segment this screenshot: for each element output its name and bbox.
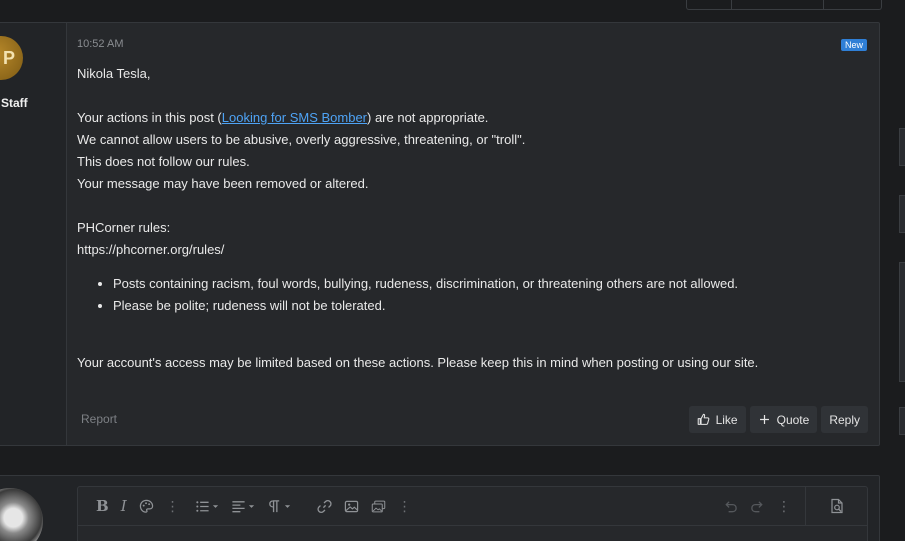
message-post: P Staff 10:52 AM New Nikola Tesla, Your …	[0, 22, 880, 446]
body-line-4: Your message may have been removed or al…	[77, 176, 369, 191]
body-line-2: We cannot allow users to be abusive, ove…	[77, 132, 526, 147]
more-options-icon[interactable]: ⋮	[398, 498, 412, 515]
italic-icon[interactable]: I	[121, 494, 127, 518]
sidebar-edge	[899, 262, 905, 382]
more-options-icon[interactable]: ⋮	[777, 498, 791, 515]
top-tab-3[interactable]	[824, 0, 882, 10]
user-title: Staff	[1, 96, 28, 110]
body-line-1: Your actions in this post (Looking for S…	[77, 110, 489, 125]
palette-icon[interactable]	[139, 494, 154, 518]
rules-list: Posts containing racism, foul words, bul…	[113, 273, 867, 317]
reply-button[interactable]: Reply	[821, 406, 868, 433]
history-controls: ⋮	[723, 494, 806, 518]
list-item: Posts containing racism, foul words, bul…	[113, 273, 867, 295]
toolbar-divider	[78, 525, 867, 526]
message-body: Nikola Tesla, Your actions in this post …	[77, 63, 867, 374]
sidebar-edge	[899, 128, 905, 166]
body-line-3: This does not follow our rules.	[77, 154, 250, 169]
avatar[interactable]: P	[0, 36, 23, 80]
avatar-initial: P	[2, 47, 15, 68]
align-icon[interactable]	[231, 494, 255, 518]
report-link[interactable]: Report	[81, 412, 117, 426]
chevron-down-icon	[284, 504, 290, 508]
closing-text: Your account's access may be limited bas…	[77, 355, 759, 370]
user-column: P Staff	[0, 23, 67, 445]
list-icon[interactable]	[195, 494, 219, 518]
chevron-down-icon	[248, 504, 254, 508]
reply-editor[interactable]: B I ⋮ ⋮ ⋮	[77, 486, 868, 541]
rules-label: PHCorner rules:	[77, 220, 171, 235]
redo-icon[interactable]	[750, 494, 765, 518]
quick-reply: B I ⋮ ⋮ ⋮	[0, 475, 880, 541]
bold-icon[interactable]: B	[96, 494, 109, 518]
editor-toolbar: B I ⋮ ⋮ ⋮	[78, 487, 867, 525]
rules-url: https://phcorner.org/rules/	[77, 242, 225, 257]
media-icon[interactable]	[371, 494, 386, 518]
more-options-icon[interactable]: ⋮	[166, 498, 180, 515]
image-icon[interactable]	[344, 494, 359, 518]
thumbs-up-icon	[697, 413, 709, 425]
link-icon[interactable]	[317, 494, 332, 518]
chevron-down-icon	[212, 504, 218, 508]
thread-link[interactable]: Looking for SMS Bomber	[222, 110, 367, 125]
top-tab-1[interactable]	[686, 0, 732, 10]
new-badge: New	[840, 39, 867, 51]
top-tab-strip	[686, 0, 882, 10]
greeting: Nikola Tesla,	[77, 66, 151, 81]
sidebar-edge	[899, 195, 905, 233]
sidebar-edge	[899, 407, 905, 435]
plus-icon	[759, 415, 769, 424]
preview-button[interactable]	[805, 487, 867, 525]
list-item: Please be polite; rudeness will not be t…	[113, 295, 867, 317]
paragraph-icon[interactable]	[267, 494, 291, 518]
undo-icon[interactable]	[723, 494, 738, 518]
current-user-avatar[interactable]	[0, 488, 43, 541]
top-tab-2[interactable]	[732, 0, 824, 10]
preview-icon	[830, 498, 843, 514]
quote-button[interactable]: Quote	[749, 406, 818, 433]
post-timestamp[interactable]: 10:52 AM	[77, 38, 123, 50]
like-button[interactable]: Like	[688, 406, 746, 433]
message-content: 10:52 AM New Nikola Tesla, Your actions …	[77, 23, 879, 445]
post-actions: Like Quote Reply	[688, 406, 868, 433]
